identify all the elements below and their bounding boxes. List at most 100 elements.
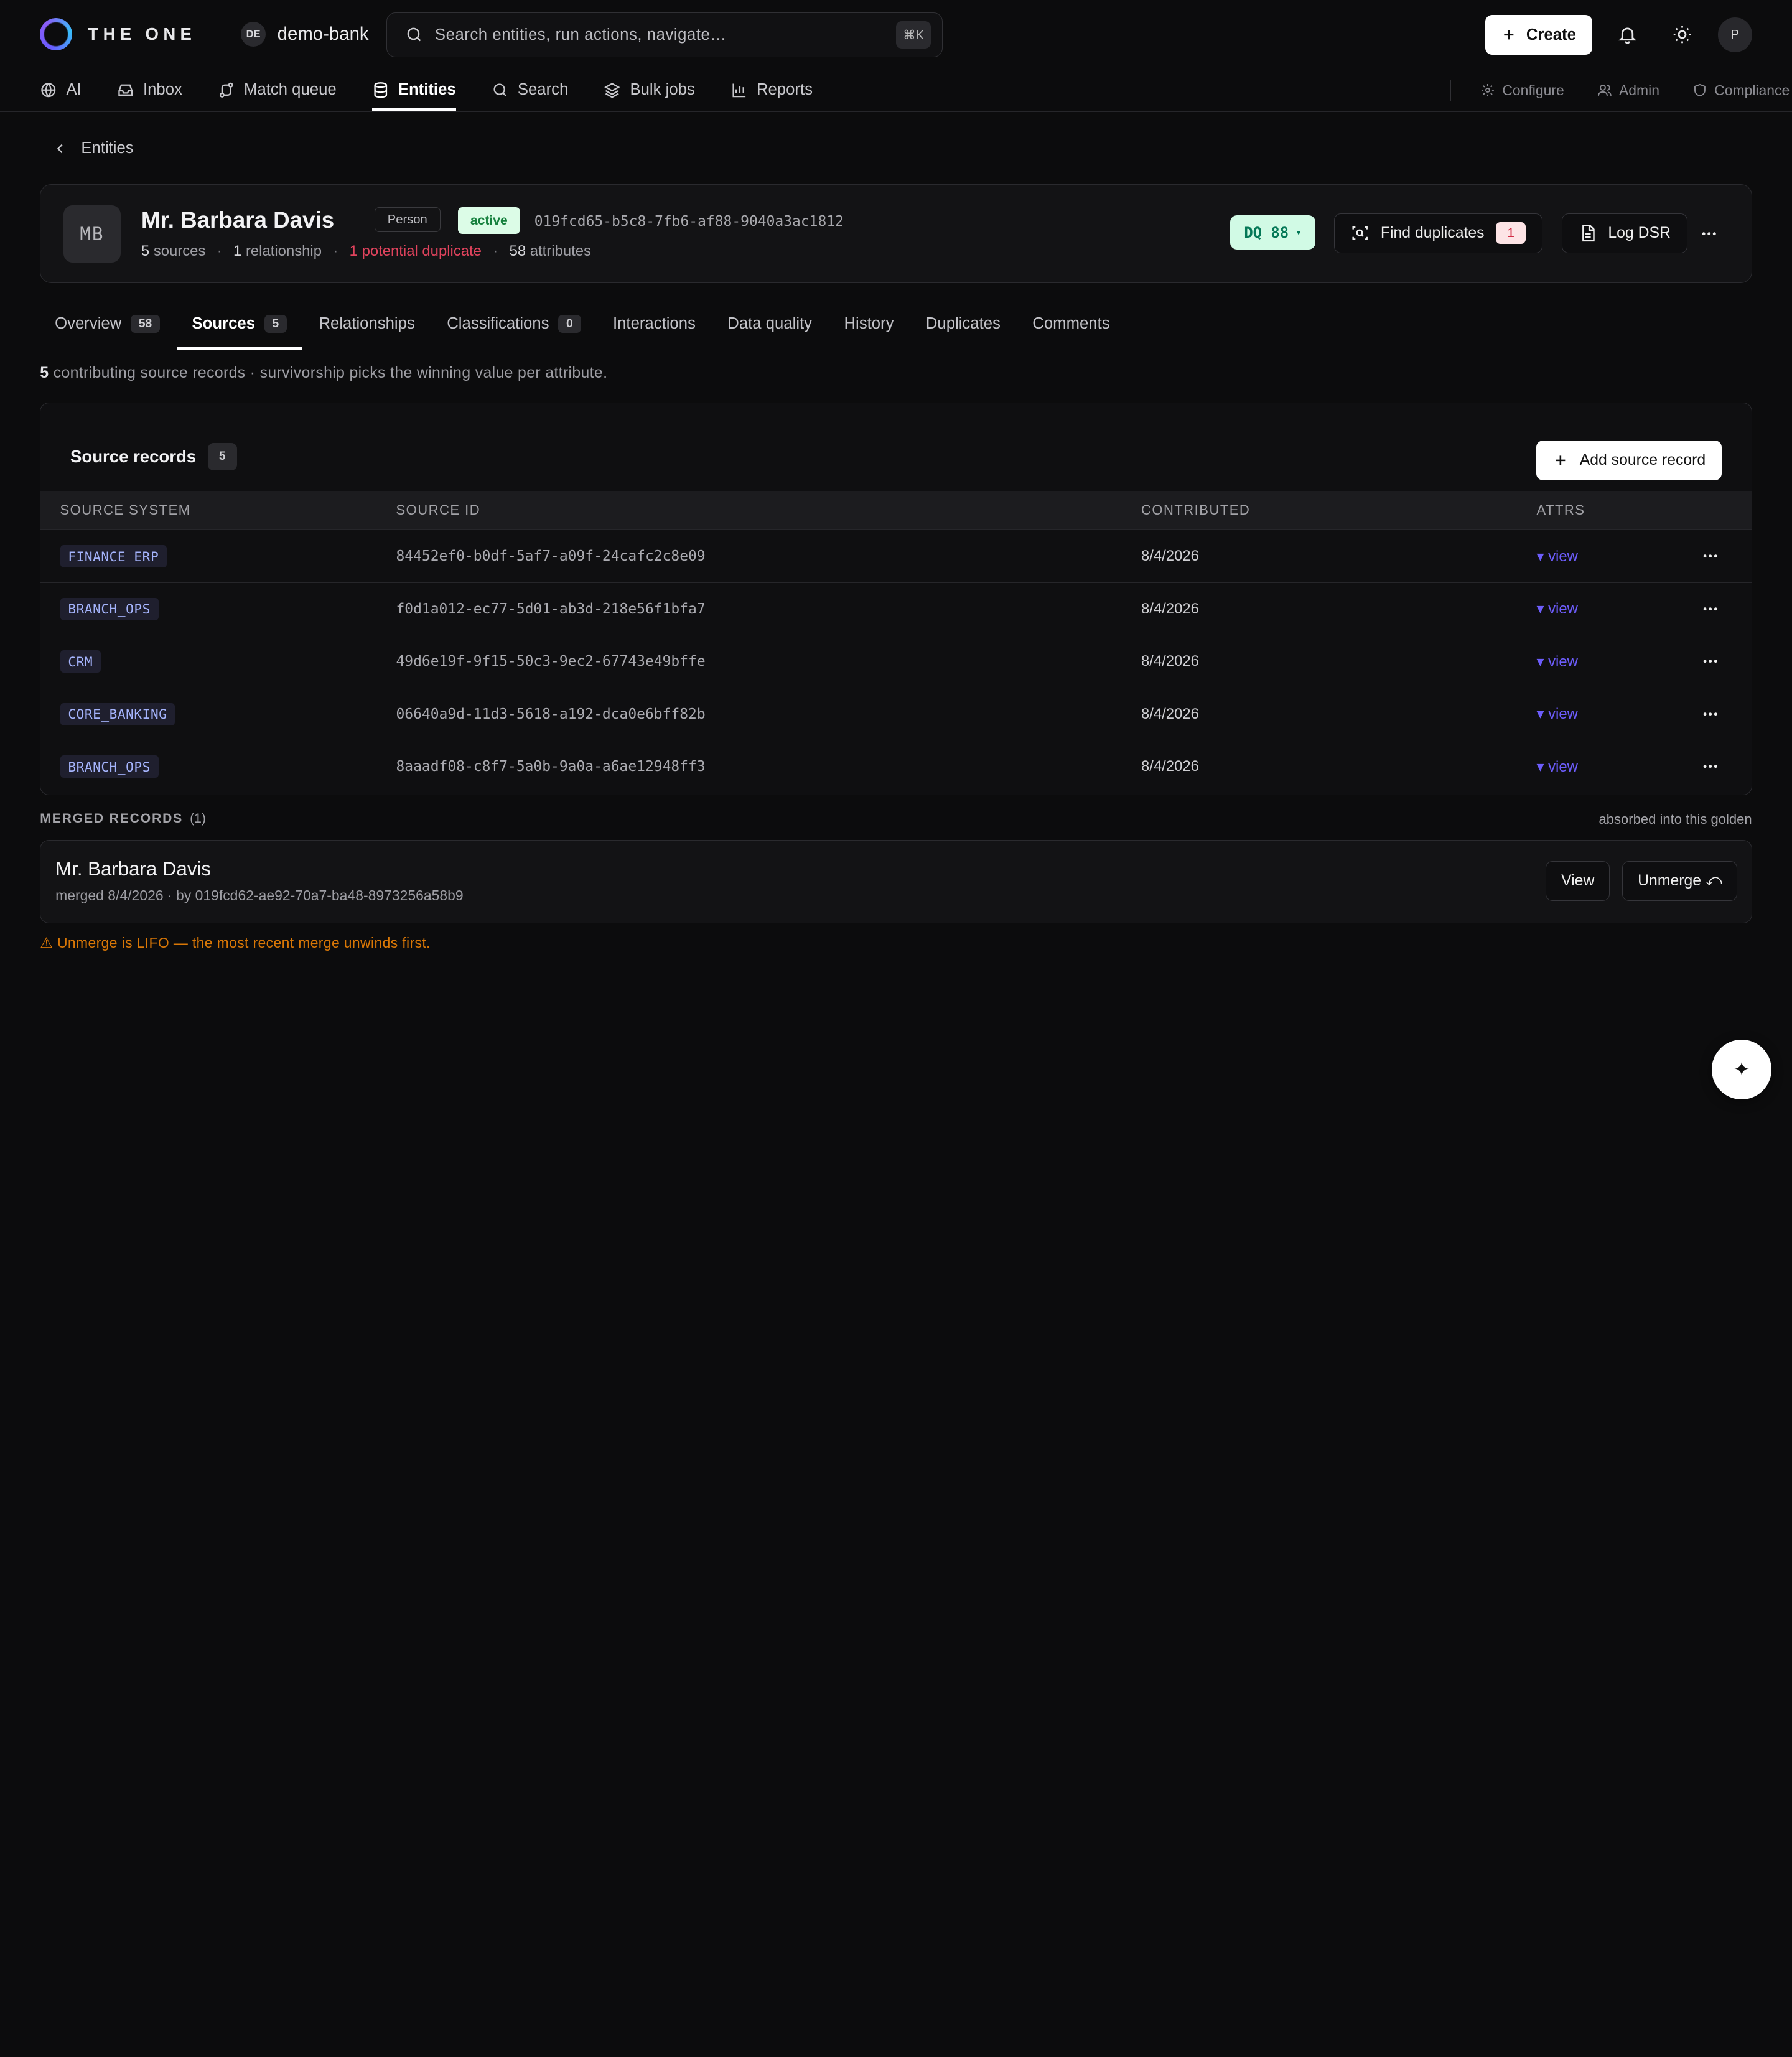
entity-type-badge: Person [374,207,441,233]
unmerge-button[interactable]: Unmerge ⤺ [1622,861,1738,902]
contributed-date: 8/4/2026 [1141,758,1199,775]
view-attrs-link[interactable]: ▾ view [1537,600,1578,618]
log-dsr-button[interactable]: Log DSR [1561,213,1687,253]
contributed-date: 8/4/2026 [1141,653,1199,670]
nav-bulk-jobs[interactable]: Bulk jobs [604,68,695,112]
nav-compliance[interactable]: Compliance [1692,82,1790,99]
user-avatar[interactable]: P [1717,17,1752,52]
tab-sources[interactable]: Sources 5 [177,299,302,350]
sources-label: sources [153,243,206,260]
source-records-panel: Source records 5 Add source record SOURC… [40,402,1752,796]
search-input[interactable]: Search entities, run actions, navigate… [435,26,885,44]
merged-record-name: Mr. Barbara Davis [55,857,211,880]
more-horizontal-icon [1703,660,1717,663]
nav-label: Reports [756,81,813,99]
logo[interactable]: THE ONE [40,18,196,50]
tab-overview[interactable]: Overview 58 [40,299,175,348]
tab-comments[interactable]: Comments [1017,299,1124,348]
ai-assistant-button[interactable]: ✦ [1712,1040,1771,1099]
divider [1449,80,1451,101]
view-attrs-link[interactable]: ▾ view [1537,653,1578,671]
column-header[interactable]: SOURCE SYSTEM [60,502,191,518]
add-source-record-button[interactable]: Add source record [1536,441,1722,481]
top-actions: Create P [1485,14,1752,55]
row-actions-button[interactable] [1701,600,1719,618]
more-horizontal-icon [1703,607,1717,611]
nav-label: Match queue [244,81,337,99]
table-row[interactable]: CORE_BANKING 06640a9d-11d3-5618-a192-dca… [40,687,1752,740]
tab-label: Sources [192,315,255,333]
nav-ai[interactable]: AI [40,68,82,112]
theme-toggle-button[interactable] [1663,16,1701,54]
nav-entities[interactable]: Entities [371,68,456,112]
page: THE ONE DE demo-bank Search entities, ru… [0,0,1792,1120]
nav-label: AI [66,81,82,99]
tab-label: History [844,315,894,333]
nav-configure[interactable]: Configure [1480,82,1564,99]
summary-count: 5 [40,364,49,381]
global-search[interactable]: Search entities, run actions, navigate… … [386,12,943,57]
table-row[interactable]: BRANCH_OPS 8aaadf08-c8f7-5a0b-9a0a-a6ae1… [40,740,1752,792]
view-attrs-link[interactable]: ▾ view [1537,758,1578,776]
table-row[interactable]: FINANCE_ERP 84452ef0-b0df-5af7-a09f-24ca… [40,529,1752,582]
potential-duplicate-link[interactable]: 1 potential duplicate [350,243,482,260]
nav-admin[interactable]: Admin [1597,82,1659,99]
entity-meta: 5 sources · 1 relationship · 1 potential… [141,243,591,260]
view-attrs-link[interactable]: ▾ view [1537,705,1578,723]
create-button[interactable]: Create [1485,14,1592,55]
dq-label: DQ 88 [1244,223,1289,241]
column-header[interactable]: ATTRS [1537,502,1585,518]
inbox-icon [118,84,133,96]
workspace-switcher[interactable]: DE demo-bank [240,21,369,47]
tab-data-quality[interactable]: Data quality [712,299,826,348]
plus-icon [1555,455,1565,465]
shield-icon [1694,84,1706,97]
row-actions-button[interactable] [1701,547,1719,565]
find-duplicates-button[interactable]: Find duplicates 1 [1334,213,1543,253]
nav-inbox[interactable]: Inbox [117,68,182,112]
tab-classifications[interactable]: Classifications 0 [432,299,595,348]
tab-interactions[interactable]: Interactions [598,299,711,348]
view-merged-button[interactable]: View [1546,861,1610,902]
tab-duplicates[interactable]: Duplicates [911,299,1015,348]
row-actions-button[interactable] [1701,652,1719,670]
database-icon [374,82,387,98]
find-duplicates-label: Find duplicates [1380,224,1485,241]
source-system-badge: CORE_BANKING [60,702,175,725]
attributes-label: attributes [530,243,591,260]
relationships-count: 1 [233,243,242,260]
view-attrs-link[interactable]: ▾ view [1537,548,1578,566]
sparkle-icon: ✦ [1734,1058,1750,1081]
users-icon [1598,85,1612,96]
table-row[interactable]: CRM 49d6e19f-9f15-50c3-9ec2-67743e49bffe… [40,635,1752,687]
dq-score-dropdown[interactable]: DQ 88 ▾ [1230,215,1316,250]
tab-label: Comments [1032,315,1110,333]
relationships-label: relationship [245,243,322,260]
column-header[interactable]: SOURCE ID [396,502,480,518]
workspace-badge: DE [240,21,266,47]
bar-chart-icon [732,83,745,98]
nav-secondary: Configure Admin Compliance [1449,68,1790,112]
notifications-button[interactable] [1608,16,1646,54]
tab-history[interactable]: History [829,299,909,348]
sources-summary: 5 contributing source records · survivor… [40,365,607,382]
nav-search[interactable]: Search [492,68,568,112]
tab-relationships[interactable]: Relationships [304,299,430,348]
contributed-date: 8/4/2026 [1141,548,1199,565]
merged-records-title: MERGED RECORDS [40,811,184,826]
merged-records-note: absorbed into this golden [1598,811,1752,828]
column-header[interactable]: CONTRIBUTED [1141,502,1250,518]
breadcrumb[interactable]: Entities [54,139,134,157]
view-label: View [1561,872,1595,890]
tab-count: 58 [130,315,161,334]
main-nav: AI Inbox Match queue Entities Search Bul… [0,68,1792,112]
nav-reports[interactable]: Reports [730,68,813,112]
row-actions-button[interactable] [1701,705,1719,723]
status-badge: active [457,207,520,234]
nav-match-queue[interactable]: Match queue [218,68,337,112]
more-horizontal-icon [1702,232,1716,236]
row-actions-button[interactable] [1701,757,1719,775]
table-row[interactable]: BRANCH_OPS f0d1a012-ec77-5d01-ab3d-218e5… [40,582,1752,635]
more-actions-button[interactable] [1696,220,1723,248]
source-id: 49d6e19f-9f15-50c3-9ec2-67743e49bffe [396,653,706,670]
